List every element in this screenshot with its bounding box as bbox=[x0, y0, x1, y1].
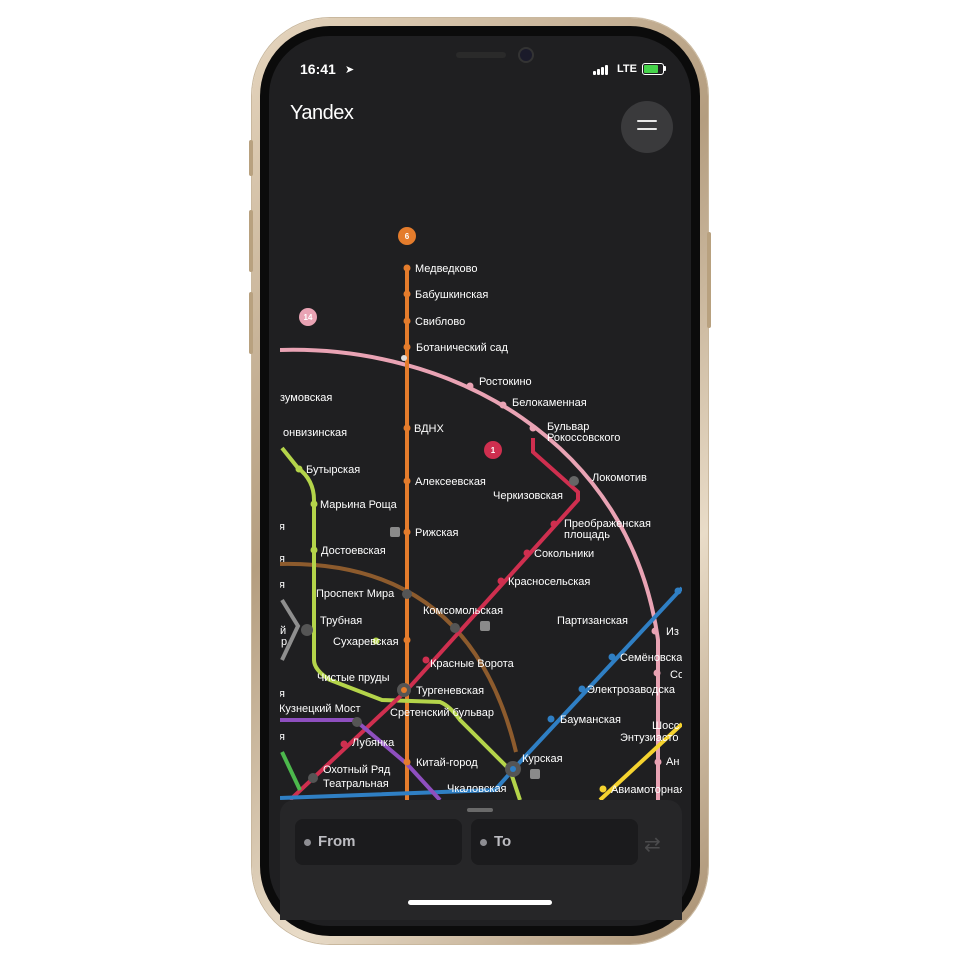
station-komsomolskaya[interactable]: Комсомольская bbox=[423, 605, 503, 617]
from-dot-icon bbox=[304, 839, 311, 846]
station-krasnoselskaya[interactable]: Красносельская bbox=[508, 576, 590, 588]
station-semenovskaya[interactable]: Семёновска bbox=[620, 652, 683, 664]
station-so[interactable]: Со bbox=[670, 669, 684, 681]
station-vdnh[interactable]: ВДНХ bbox=[414, 423, 444, 435]
station-belokamennaya[interactable]: Белокаменная bbox=[512, 397, 587, 409]
to-dot-icon bbox=[480, 839, 487, 846]
station-lubyanka[interactable]: Лубянка bbox=[352, 737, 395, 749]
station-rizhskaya[interactable]: Рижская bbox=[415, 527, 459, 539]
earpiece-speaker bbox=[456, 52, 506, 58]
station-left-fragment[interactable]: р bbox=[281, 636, 287, 648]
menu-icon bbox=[637, 120, 657, 122]
menu-icon-bar bbox=[637, 128, 657, 130]
station-left-fragment[interactable]: я bbox=[279, 579, 285, 591]
station-baumanskaya[interactable]: Бауманская bbox=[560, 714, 621, 726]
station-shosse-1[interactable]: Шосс bbox=[652, 720, 680, 732]
station-trubnaya[interactable]: Трубная bbox=[320, 615, 362, 627]
station-kurskaya[interactable]: Курская bbox=[522, 753, 563, 765]
station-kitay-gorod[interactable]: Китай-город bbox=[416, 757, 478, 769]
station-alekseevskaya[interactable]: Алексеевская bbox=[415, 476, 486, 488]
station-teatralnaya[interactable]: Театральная bbox=[323, 778, 389, 790]
rail-icon bbox=[530, 769, 540, 779]
station-sviblovo[interactable]: Свиблово bbox=[415, 316, 465, 328]
station-kuznetsky-most[interactable]: Кузнецкий Мост bbox=[279, 703, 361, 715]
to-field[interactable]: To bbox=[471, 819, 638, 865]
station-cherkizovskaya[interactable]: Черкизовская bbox=[493, 490, 563, 502]
station-prospekt-mira[interactable]: Проспект Мира bbox=[316, 588, 395, 600]
station-partizanskaya[interactable]: Партизанская bbox=[557, 615, 628, 627]
status-time: 16:41 bbox=[300, 61, 336, 77]
station-fonvizinskaya[interactable]: онвизинская bbox=[283, 427, 347, 439]
station-razumovskaya[interactable]: зумовская bbox=[280, 392, 332, 404]
station-chistye-prudy[interactable]: Чистые пруды bbox=[317, 672, 390, 684]
line-zamoskvoretskaya bbox=[280, 751, 302, 791]
home-indicator[interactable] bbox=[408, 900, 552, 905]
menu-button[interactable] bbox=[621, 101, 673, 153]
station-turgenevskaya[interactable]: Тургеневская bbox=[416, 685, 484, 697]
station-krasnye-vorota[interactable]: Красные Ворота bbox=[430, 658, 515, 670]
station-medvedkovo[interactable]: Медведково bbox=[415, 263, 478, 275]
station-preobrazhenskaya-2[interactable]: площадь bbox=[564, 529, 610, 541]
yellow-station bbox=[599, 785, 607, 793]
rail-icon bbox=[390, 527, 400, 537]
station-elektrozavodskaya[interactable]: Электрозаводска bbox=[587, 684, 676, 696]
station-left-fragment[interactable]: я bbox=[279, 688, 285, 700]
station-lokomotiv[interactable]: Локомотив bbox=[592, 472, 647, 484]
station-sretensky-bulvar[interactable]: Сретенский бульвар bbox=[390, 707, 494, 719]
station-shosse-2[interactable]: Энтузиасто bbox=[620, 732, 678, 744]
line-14-badge-label: 14 bbox=[304, 313, 313, 322]
station-rostokino[interactable]: Ростокино bbox=[479, 376, 532, 388]
volume-up-button bbox=[249, 210, 253, 272]
battery-icon bbox=[642, 63, 664, 75]
station-sokolniki[interactable]: Сокольники bbox=[534, 548, 594, 560]
station-left-fragment[interactable]: я bbox=[279, 553, 285, 565]
station-left-fragment[interactable]: я bbox=[279, 521, 285, 533]
line-1-badge-label: 1 bbox=[491, 446, 496, 455]
line-6-badge-label: 6 bbox=[405, 232, 410, 241]
location-arrow-icon: ➤ bbox=[345, 64, 355, 76]
station-maryina-roshcha[interactable]: Марьина Роща bbox=[320, 499, 398, 511]
station-babushkinskaya[interactable]: Бабушкинская bbox=[415, 289, 488, 301]
station-dostoevskaya[interactable]: Достоевская bbox=[321, 545, 386, 557]
station-butyrskaya[interactable]: Бутырская bbox=[306, 464, 360, 476]
station-bulvar-rokossovskogo-2[interactable]: Рокоссовского bbox=[547, 432, 620, 444]
from-field[interactable]: From bbox=[295, 819, 462, 865]
line-mck bbox=[280, 347, 660, 800]
station-aviamotornaya[interactable]: Авиамоторная bbox=[611, 784, 685, 796]
metro-map[interactable]: 6 14 1 Медведково Бабушкинская Свиблово … bbox=[269, 36, 691, 926]
rail-icon bbox=[480, 621, 490, 631]
mute-switch bbox=[249, 140, 253, 176]
station-chkalovskaya[interactable]: Чкаловская bbox=[447, 783, 507, 795]
battery-tip bbox=[664, 66, 666, 71]
panel-drag-handle[interactable] bbox=[467, 808, 493, 812]
station-an[interactable]: Ан bbox=[666, 756, 679, 768]
station-left-fragment[interactable]: я bbox=[279, 731, 285, 743]
cellular-signal-icon bbox=[593, 64, 611, 75]
power-button bbox=[707, 232, 711, 328]
volume-down-button bbox=[249, 292, 253, 354]
from-placeholder: From bbox=[318, 833, 356, 850]
to-placeholder: To bbox=[494, 833, 512, 850]
station-izmaylovo[interactable]: Из bbox=[666, 626, 679, 638]
network-type: LTE bbox=[617, 63, 637, 75]
front-camera bbox=[520, 49, 532, 61]
station-botanicheskiy-sad[interactable]: Ботанический сад bbox=[416, 342, 508, 354]
yandex-logo: Yandex bbox=[290, 102, 354, 124]
station-sukharevskaya[interactable]: Сухаревская bbox=[333, 636, 399, 648]
station-okhotny-ryad[interactable]: Охотный Ряд bbox=[323, 764, 391, 776]
swap-icon[interactable]: ⇄ bbox=[644, 832, 661, 857]
